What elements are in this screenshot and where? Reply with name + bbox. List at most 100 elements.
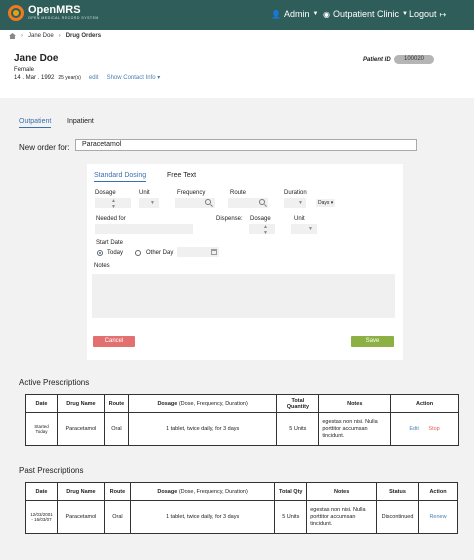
cancel-button[interactable]: Cancel xyxy=(93,336,135,347)
duration-unit-select[interactable]: Days ▾ xyxy=(316,199,336,207)
tab-standard-dosing[interactable]: Standard Dosing xyxy=(94,172,147,182)
tab-inpatient[interactable]: Inpatient xyxy=(67,118,94,125)
notes-label: Notes xyxy=(94,263,110,269)
dispense-label: Dispense: xyxy=(216,216,243,222)
cell-action: Renew xyxy=(418,500,458,534)
stepper-icon[interactable]: ▲ ▼ xyxy=(263,224,268,236)
tab-free-text[interactable]: Free Text xyxy=(167,172,196,179)
chevron-down-icon: ▾ xyxy=(330,200,334,206)
calendar-icon[interactable] xyxy=(211,249,217,255)
unit-select[interactable] xyxy=(139,198,159,208)
needed-for-input[interactable] xyxy=(95,224,193,234)
chevron-down-icon: ▼ xyxy=(312,11,319,17)
table-header-row: Date Drug Name Route Dosage (Dose, Frequ… xyxy=(25,482,458,501)
dispense-dosage-label: Dosage xyxy=(250,216,271,222)
openmrs-logo[interactable]: OpenMRS OPEN MEDICAL RECORD SYSTEM xyxy=(8,5,99,21)
patient-age: 25 year(s) xyxy=(58,75,81,81)
cell-route: Oral xyxy=(103,500,131,534)
sign-out-icon: ↦ xyxy=(439,9,447,19)
col-route: Route xyxy=(103,394,129,413)
needed-for-label: Needed for xyxy=(96,216,126,222)
chevron-down-icon: ▼ xyxy=(298,200,303,206)
top-navbar: OpenMRS OPEN MEDICAL RECORD SYSTEM 👤 Adm… xyxy=(0,0,474,30)
table-header-row: Date Drug Name Route Dosage (Dose, Frequ… xyxy=(25,394,459,413)
stop-link[interactable]: Stop xyxy=(428,426,439,432)
cell-notes: egestas non nisi. Nulla porttitor accums… xyxy=(318,412,392,446)
chevron-down-icon: ▼ xyxy=(402,11,408,17)
col-action: Action xyxy=(418,482,458,501)
col-drug-name: Drug Name xyxy=(56,482,105,501)
col-date: Date xyxy=(25,482,58,501)
today-radio[interactable] xyxy=(97,250,103,256)
col-action: Action xyxy=(390,394,459,413)
location-label: Outpatient Clinic xyxy=(332,9,400,19)
location-menu[interactable]: ◉ Outpatient Clinic ▼ xyxy=(323,9,408,19)
chevron-down-icon: ▼ xyxy=(150,200,155,206)
user-menu[interactable]: 👤 Admin ▼ xyxy=(271,9,318,19)
renew-link[interactable]: Renew xyxy=(429,514,446,520)
show-contact-info-link[interactable]: Show Contact Info ▾ xyxy=(107,74,161,81)
logo-name: OpenMRS xyxy=(28,4,81,16)
save-button[interactable]: Save xyxy=(351,336,394,347)
show-contact-info-label: Show Contact Info xyxy=(106,75,156,81)
col-dosage: Dosage (Dose, Frequency, Duration) xyxy=(127,394,278,413)
other-day-radio[interactable] xyxy=(135,250,141,256)
new-order-input[interactable]: Paracetamol xyxy=(75,139,417,151)
patient-gender: Female xyxy=(14,67,35,73)
patient-id-label: Patient ID xyxy=(363,57,391,63)
breadcrumb-patient[interactable]: Jane Doe xyxy=(28,33,54,39)
breadcrumb: › Jane Doe › Drug Orders xyxy=(0,30,474,42)
patient-dob: 14 . Mar . 1992 xyxy=(14,75,55,81)
table-row: 12/03/2001 - 16/03/07 Paracetamol Oral 1… xyxy=(25,500,458,534)
search-icon xyxy=(259,199,265,205)
dispense-unit-label: Unit xyxy=(294,216,305,222)
table-row: Started Today Paracetamol Oral 1 tablet,… xyxy=(25,412,459,446)
col-dosage-label: Dosage xyxy=(157,488,178,495)
edit-link[interactable]: Edit xyxy=(409,426,418,432)
duration-label: Duration xyxy=(284,190,307,196)
stepper-icon[interactable]: ▲ ▼ xyxy=(111,198,116,210)
edit-patient-link[interactable]: edit xyxy=(89,75,99,81)
home-icon[interactable] xyxy=(9,33,16,39)
dosage-label: Dosage xyxy=(95,190,116,196)
col-status: Status xyxy=(376,482,419,501)
start-date-label: Start Date xyxy=(96,240,124,246)
cell-drug-name: Paracetamol xyxy=(56,500,105,534)
cell-quantity: 5 Units xyxy=(274,500,308,534)
dispense-unit-select[interactable] xyxy=(291,224,317,234)
col-route: Route xyxy=(103,482,131,501)
col-dosage-sub: (Dose, Frequency, Duration) xyxy=(178,400,248,407)
col-drug-name: Drug Name xyxy=(56,394,105,413)
cell-dosage: 1 tablet, twice daily, for 3 days xyxy=(129,500,276,534)
search-icon xyxy=(205,199,211,205)
notes-textarea[interactable] xyxy=(92,274,395,318)
breadcrumb-current: Drug Orders xyxy=(65,33,102,39)
logo-tagline: OPEN MEDICAL RECORD SYSTEM xyxy=(28,16,99,20)
cell-date: 12/03/2001 - 16/03/07 xyxy=(25,500,58,534)
new-order-label: New order for: xyxy=(19,143,70,152)
frequency-label: Frequency xyxy=(177,190,206,196)
col-dosage-sub: (Dose, Frequency, Duration) xyxy=(178,488,248,495)
logout-button[interactable]: Logout ↦ xyxy=(409,9,446,19)
user-label: Admin xyxy=(283,9,310,19)
order-form: Standard Dosing Free Text Dosage Unit Fr… xyxy=(87,164,403,360)
past-prescriptions-table: Date Drug Name Route Dosage (Dose, Frequ… xyxy=(25,482,458,534)
today-label: Today xyxy=(107,250,124,256)
unit-label: Unit xyxy=(139,190,150,196)
cell-dosage: 1 tablet, twice daily, for 3 days xyxy=(127,412,278,446)
col-total-quantity: Total Quantity xyxy=(276,394,320,413)
logout-label: Logout xyxy=(409,9,437,19)
col-dosage-label: Dosage xyxy=(157,400,178,407)
chevron-down-icon: ▼ xyxy=(308,226,313,232)
user-icon: 👤 xyxy=(271,9,281,19)
dispense-dosage-input[interactable] xyxy=(249,224,275,234)
cell-action: Edit Stop xyxy=(390,412,459,446)
route-label: Route xyxy=(230,190,247,196)
cell-route: Oral xyxy=(103,412,129,446)
other-day-label: Other Day xyxy=(146,250,174,256)
tab-outpatient[interactable]: Outpatient xyxy=(19,118,52,128)
chevron-down-icon: ▾ xyxy=(157,75,161,81)
col-total-qty: Total Qty xyxy=(274,482,308,501)
col-notes: Notes xyxy=(306,482,378,501)
patient-header: Jane Doe Female 14 . Mar . 1992 25 year(… xyxy=(0,42,474,98)
